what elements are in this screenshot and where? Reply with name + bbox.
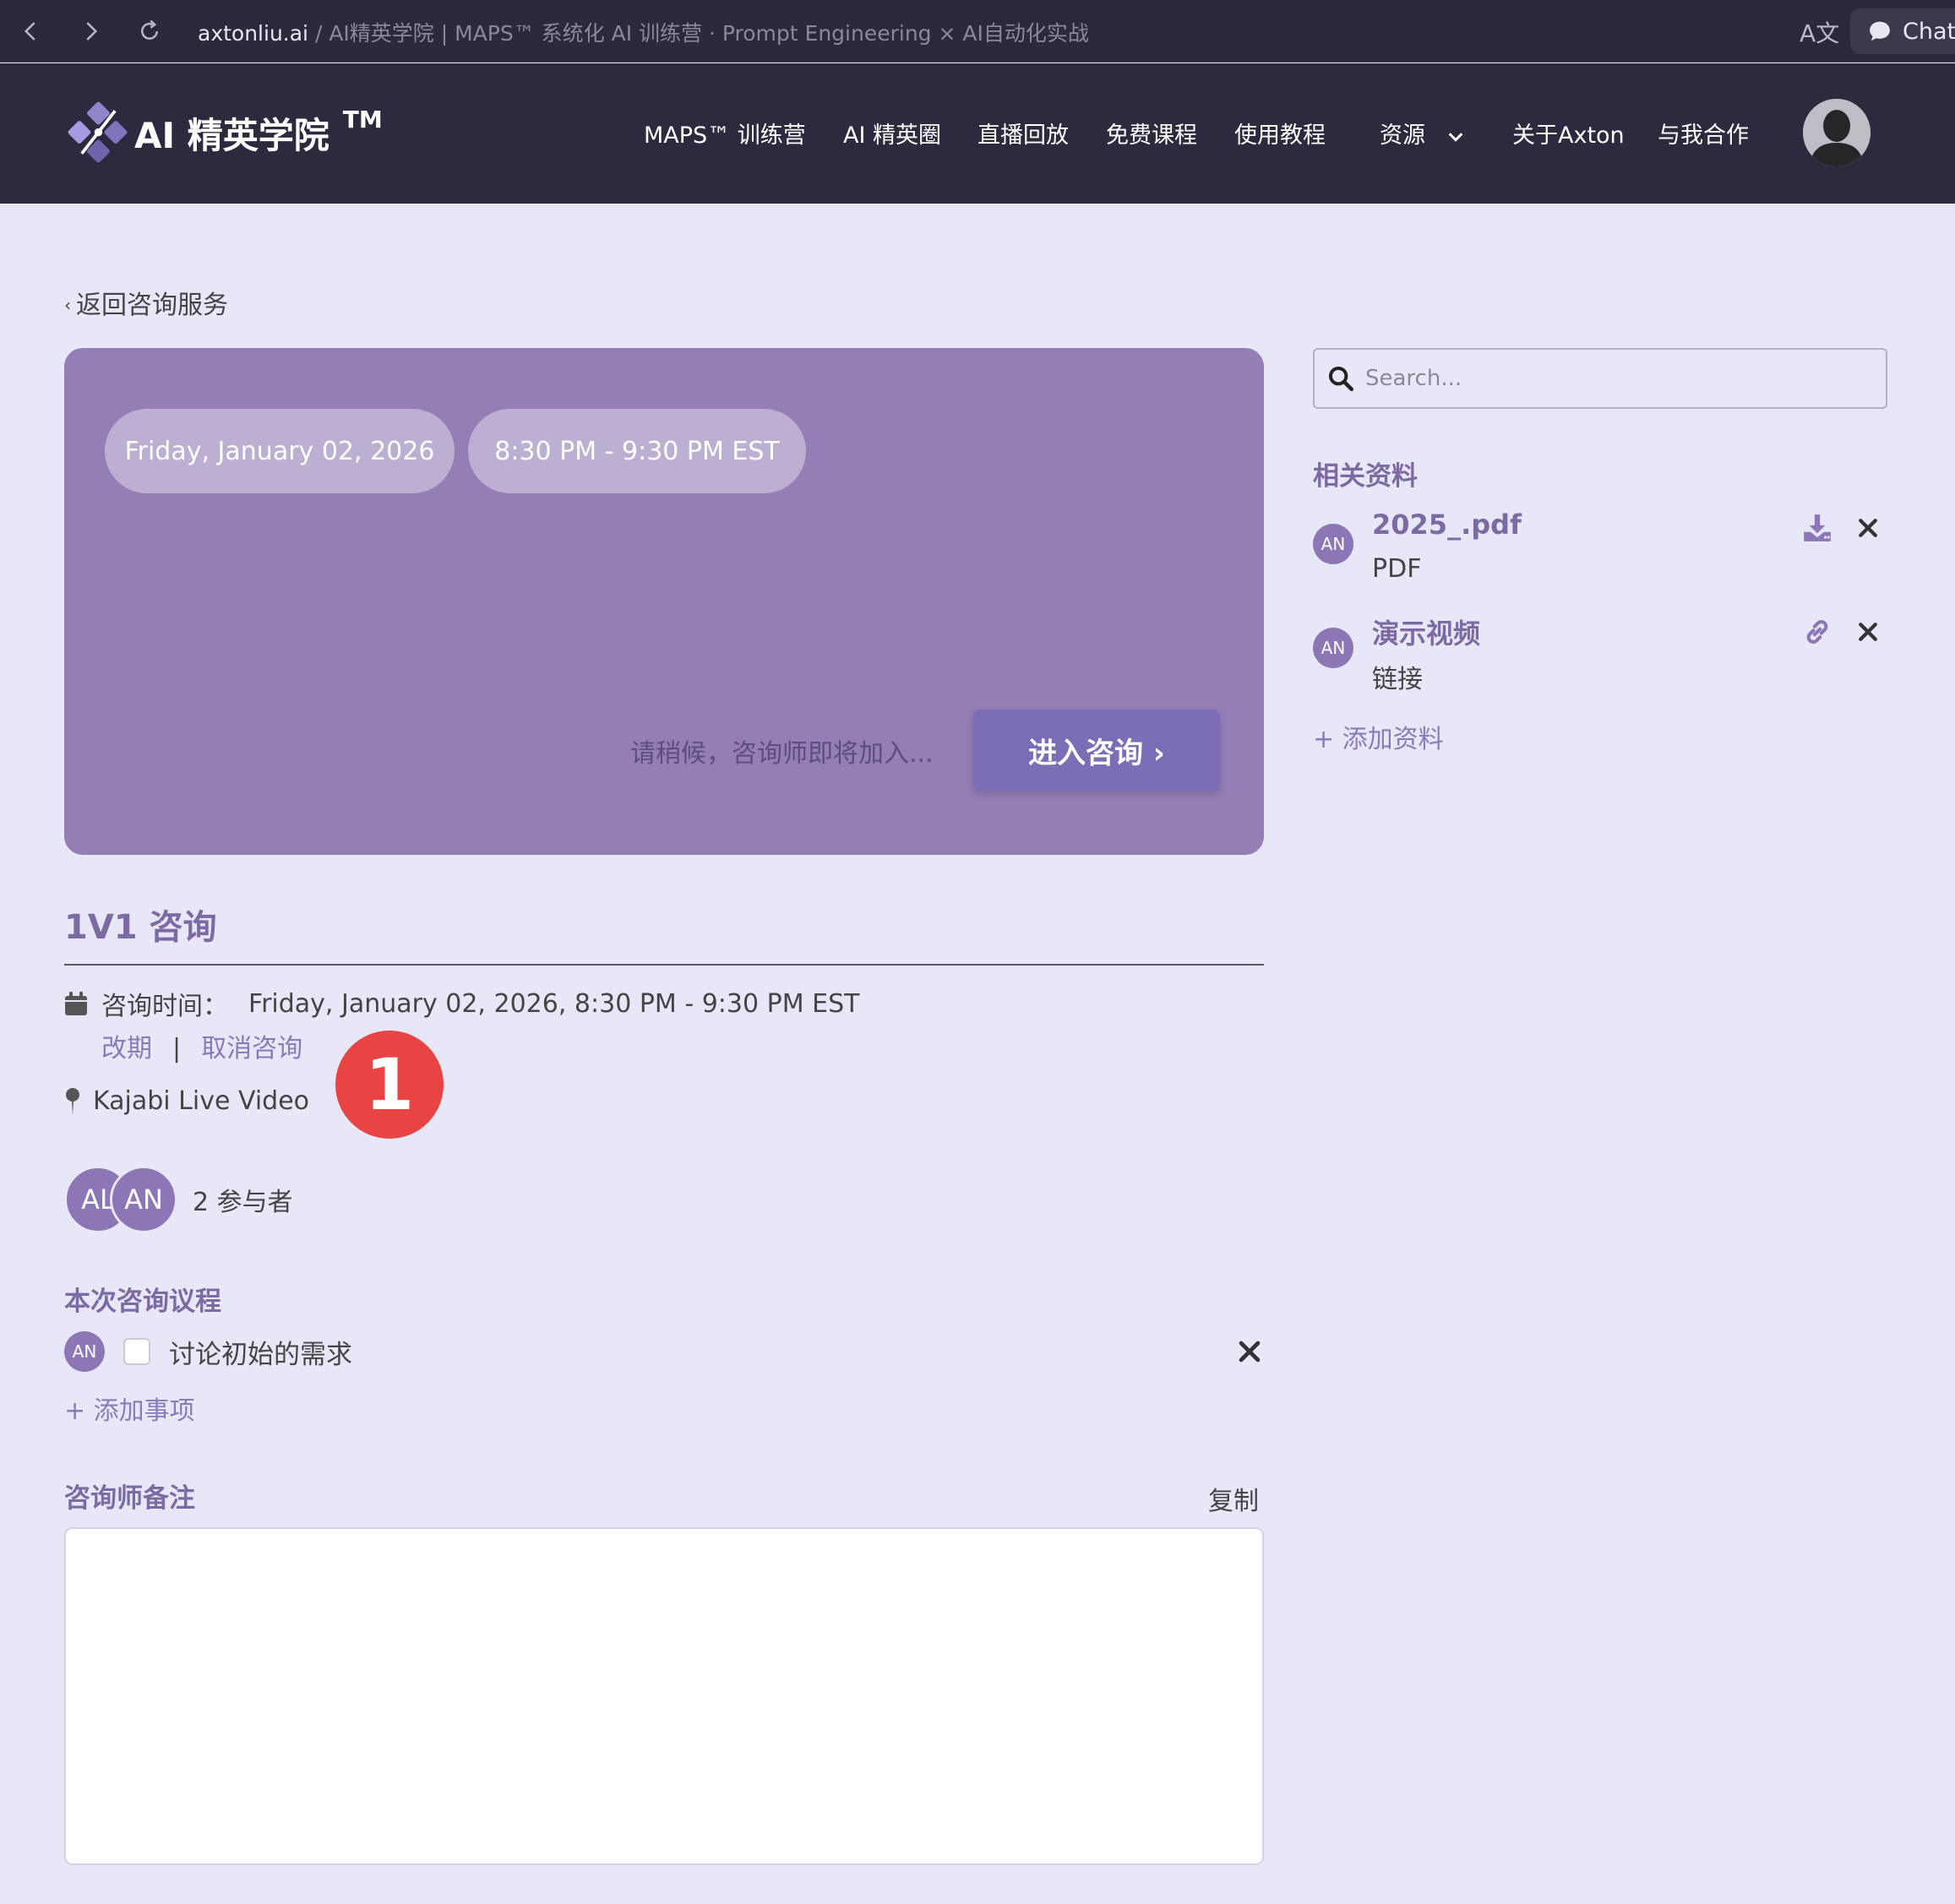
nav-free-courses[interactable]: 免费课程 — [1106, 117, 1197, 150]
back-arrow-icon[interactable] — [8, 0, 54, 63]
session-time-value: Friday, January 02, 2026, 8:30 PM - 9:30… — [248, 988, 860, 1019]
download-icon[interactable] — [1801, 512, 1833, 544]
session-time-row: 咨询时间： Friday, January 02, 2026, 8:30 PM … — [64, 985, 859, 1022]
agenda-item-text: 讨论初始的需求 — [169, 1339, 352, 1370]
browser-toolbar: axtonliu.ai / AI精英学院 | MAPS™ 系统化 AI 训练营 … — [0, 0, 1955, 63]
enter-session-button[interactable]: 进入咨询 › — [973, 710, 1220, 791]
chevron-left-icon: ‹ — [64, 295, 71, 315]
user-avatar[interactable] — [1803, 99, 1871, 166]
close-icon[interactable] — [1855, 515, 1881, 541]
nav-maps[interactable]: MAPS™ 训练营 — [644, 117, 806, 150]
waiting-message: 请稍候，咨询师即将加入... — [630, 739, 934, 769]
resources-title: 相关资料 — [1313, 461, 1418, 492]
time-pill: 8:30 PM - 9:30 PM EST — [468, 409, 806, 493]
resource-avatar: AN — [1313, 524, 1353, 564]
logo-text: AI 精英学院 — [134, 115, 329, 156]
participant-count: 2 参与者 — [193, 1188, 293, 1217]
back-to-consulting-link[interactable]: ‹ 返回咨询服务 — [64, 284, 228, 321]
site-header: AI 精英学院 TM MAPS™ 训练营 AI 精英圈 直播回放 免费课程 使用… — [0, 63, 1955, 204]
nav-tutorials[interactable]: 使用教程 — [1234, 117, 1326, 150]
agenda-item: AN 讨论初始的需求 — [64, 1330, 1264, 1373]
nav-resources[interactable]: 资源 — [1380, 117, 1465, 150]
date-pill: Friday, January 02, 2026 — [105, 409, 455, 493]
forward-arrow-icon[interactable] — [68, 0, 113, 63]
resource-name[interactable]: 演示视频 — [1372, 612, 1480, 651]
address-bar[interactable]: axtonliu.ai / AI精英学院 | MAPS™ 系统化 AI 训练营 … — [198, 17, 1089, 47]
search-box[interactable] — [1313, 348, 1887, 409]
resource-item[interactable]: AN 演示视频 链接 — [1313, 612, 1887, 697]
resource-type: PDF — [1372, 554, 1422, 584]
nav-circle[interactable]: AI 精英圈 — [843, 117, 941, 150]
url-title: / AI精英学院 | MAPS™ 系统化 AI 训练营 · Prompt Eng… — [308, 21, 1089, 46]
logo-trademark: TM — [342, 106, 383, 133]
chat-bubble-icon — [1870, 21, 1890, 41]
session-title: 1V1 咨询 — [64, 908, 217, 947]
session-time-label: 咨询时间： — [101, 992, 228, 1021]
chat-button[interactable]: Chat — [1850, 8, 1955, 54]
back-link-label: 返回咨询服务 — [76, 291, 228, 320]
resource-type: 链接 — [1372, 665, 1423, 694]
resource-name[interactable]: 2025_.pdf — [1372, 509, 1522, 541]
site-logo[interactable]: AI 精英学院 TM — [66, 101, 383, 165]
nav-about[interactable]: 关于Axton — [1512, 117, 1625, 150]
chat-label: Chat — [1903, 18, 1955, 45]
agenda-title: 本次咨询议程 — [64, 1287, 221, 1317]
location-text: Kajabi Live Video — [93, 1086, 310, 1116]
notes-title: 咨询师备注 — [64, 1483, 195, 1514]
session-actions: 改期 | 取消咨询 — [101, 1027, 302, 1064]
add-resource-link[interactable]: + 添加资料 — [1313, 718, 1444, 755]
search-icon — [1328, 366, 1354, 392]
nav-work-with-me[interactable]: 与我合作 — [1658, 117, 1749, 150]
map-pin-icon — [66, 1087, 79, 1115]
location-row: Kajabi Live Video — [64, 1086, 309, 1116]
agenda-item-avatar: AN — [64, 1331, 105, 1372]
notes-textarea[interactable] — [64, 1527, 1264, 1865]
search-input[interactable] — [1365, 366, 1872, 391]
participants-row[interactable]: AL AN 2 参与者 — [64, 1166, 293, 1233]
logo-diamond-icon — [68, 101, 128, 163]
calendar-icon — [65, 992, 87, 1015]
participant-avatar: AN — [110, 1166, 177, 1233]
translate-icon[interactable]: A文 — [1800, 15, 1839, 49]
chevron-down-icon — [1448, 132, 1462, 142]
session-hero-panel: Friday, January 02, 2026 8:30 PM - 9:30 … — [64, 348, 1264, 855]
add-agenda-item-link[interactable]: + 添加事项 — [64, 1390, 195, 1427]
divider — [64, 964, 1264, 966]
reload-icon[interactable] — [127, 0, 172, 63]
reschedule-link[interactable]: 改期 — [101, 1034, 152, 1064]
step-number-badge: 1 — [335, 1031, 444, 1139]
action-separator: | — [172, 1034, 182, 1064]
agenda-item-checkbox[interactable] — [123, 1338, 150, 1365]
resource-avatar: AN — [1313, 628, 1353, 668]
nav-replay[interactable]: 直播回放 — [978, 117, 1069, 150]
link-icon[interactable] — [1801, 616, 1833, 648]
resource-item[interactable]: AN 2025_.pdf PDF — [1313, 509, 1887, 593]
nav-resources-label: 资源 — [1380, 122, 1425, 149]
close-icon[interactable] — [1855, 619, 1881, 645]
url-domain: axtonliu.ai — [198, 21, 309, 46]
copy-notes-link[interactable]: 复制 — [1208, 1480, 1259, 1517]
close-icon[interactable] — [1235, 1337, 1264, 1366]
cancel-session-link[interactable]: 取消咨询 — [201, 1034, 302, 1064]
user-silhouette-icon — [1803, 99, 1871, 166]
